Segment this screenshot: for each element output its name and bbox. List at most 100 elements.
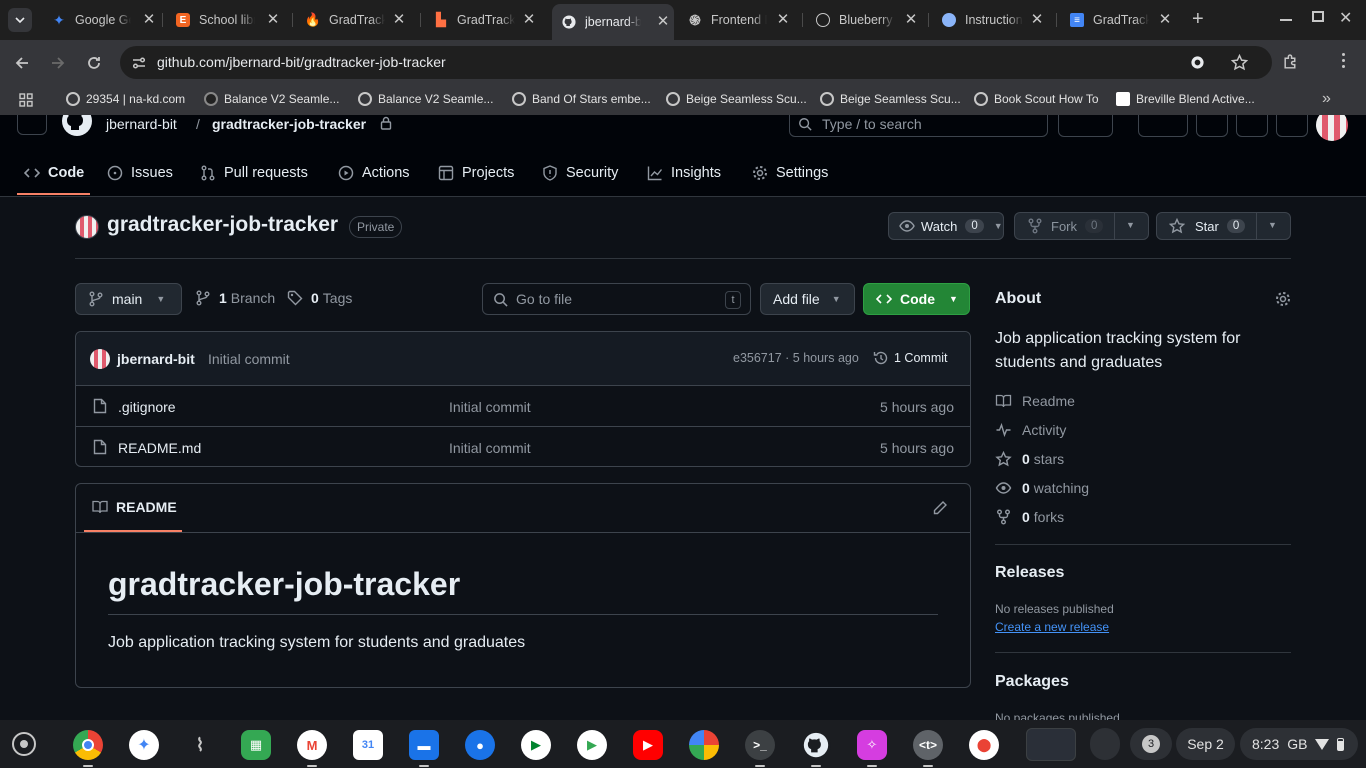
stars-link[interactable]: 0 stars [995,451,1064,467]
messages-app-icon[interactable]: ● [465,730,495,760]
file-name[interactable]: README.md [118,440,201,456]
gmail-app-icon[interactable]: M [297,730,327,760]
date-tray[interactable]: Sep 2 [1176,728,1235,760]
address-bar[interactable]: github.com/jbernard-bit/gradtracker-job-… [120,46,1272,79]
restore-icon[interactable] [1312,11,1324,22]
tab-actions[interactable]: Actions [338,163,410,183]
bookmark-item[interactable]: Balance V2 Seamle... [358,92,493,106]
bookmark-item[interactable]: Beige Seamless Scu... [666,92,807,106]
browser-tab[interactable]: Instructions ✕ [942,6,1048,34]
browser-tab[interactable]: ESchool library✕ [176,6,284,34]
pencil-icon[interactable] [932,500,948,516]
extensions-icon[interactable] [1282,54,1299,71]
sheets-app-icon[interactable]: ▦ [241,730,271,760]
close-icon[interactable]: ✕ [1028,11,1046,29]
apps-grid-icon[interactable] [19,93,33,107]
avatar[interactable] [90,349,110,369]
browser-tab[interactable]: ֍Frontend Development✕ [688,6,794,34]
close-icon[interactable]: ✕ [1156,11,1174,29]
files-app-icon[interactable]: ▬ [409,730,439,760]
watching-link[interactable]: 0 watching [995,480,1089,496]
browser-tab[interactable]: Blueberry Design✕ [816,6,922,34]
bookmark-item[interactable]: Book Scout How To [974,92,1099,106]
tag-count-link[interactable]: 0 Tags [287,290,352,306]
readme-tab[interactable]: README [92,499,177,515]
commit-author[interactable]: jbernard-bit [117,351,195,367]
breadcrumb-owner[interactable]: jbernard-bit [106,116,177,132]
activity-link[interactable]: Activity [995,422,1066,438]
meet-app-icon[interactable]: ▶ [521,730,551,760]
search-input[interactable]: Type / to search [789,115,1048,137]
add-file-button[interactable]: Add file ▼ [760,283,855,315]
tab-security[interactable]: Security [542,163,618,183]
cast-app-icon[interactable]: ⌇ [185,730,215,760]
tab-code[interactable]: Code [24,163,84,183]
notes-app-icon[interactable]: ✧ [857,730,887,760]
table-row[interactable]: README.md Initial commit 5 hours ago [76,426,970,467]
readme-link[interactable]: Readme [995,393,1075,409]
close-icon[interactable]: ✕ [654,13,672,31]
browser-tab-active[interactable]: jbernard-bit/gradtracker-job-tracker✕ [552,4,674,40]
play-store-app-icon[interactable]: ▶ [577,730,607,760]
browser-tab[interactable]: ✦Google Gemini✕ [52,6,160,34]
star-button[interactable]: Star 0 ▼ [1156,212,1291,240]
fork-button[interactable]: Fork 0 ▼ [1014,212,1149,240]
browser-tab[interactable]: ≡GradTracker✕ [1070,6,1176,34]
tab-projects[interactable]: Projects [438,163,514,183]
file-name[interactable]: .gitignore [118,399,176,415]
watch-button[interactable]: Watch 0 ▼ [888,212,1004,240]
branch-count-link[interactable]: 1 Branch [195,290,275,306]
repo-title[interactable]: gradtracker-job-tracker [107,213,338,237]
text-app-icon[interactable]: <t> [913,730,943,760]
minimize-icon[interactable] [1280,19,1292,21]
close-icon[interactable]: ✕ [774,11,792,29]
desk-preview-thumbnail[interactable] [1026,728,1076,761]
table-row[interactable]: .gitignore Initial commit 5 hours ago [76,385,970,426]
photos-app-icon[interactable] [689,730,719,760]
avatar[interactable] [1316,115,1348,141]
caret-down-icon[interactable]: ▼ [1126,220,1135,230]
bookmark-item[interactable]: Beige Seamless Scu... [820,92,961,106]
close-window-icon[interactable]: ✕ [1339,8,1352,28]
caret-down-icon[interactable]: ▼ [1268,220,1277,230]
file-commit-message[interactable]: Initial commit [449,399,531,415]
bookmark-item[interactable]: 29354 | na-kd.com [66,92,185,106]
chrome-app-icon[interactable] [73,730,103,760]
forks-link[interactable]: 0 forks [995,509,1064,525]
hamburger-menu-button[interactable] [17,115,47,135]
close-icon[interactable]: ✕ [140,11,158,29]
tab-insights[interactable]: Insights [647,163,721,183]
more-bookmarks-icon[interactable]: » [1322,90,1331,108]
branch-selector[interactable]: main ▼ [75,283,182,315]
file-commit-message[interactable]: Initial commit [449,440,531,456]
forward-arrow-icon[interactable] [50,55,66,71]
github-logo-icon[interactable] [61,115,93,137]
tab-settings[interactable]: Settings [752,163,828,183]
reload-icon[interactable] [86,55,102,71]
close-icon[interactable]: ✕ [902,11,920,29]
tab-search-button[interactable] [8,8,32,32]
bookmark-star-icon[interactable] [1231,54,1248,71]
commit-message[interactable]: Initial commit [208,351,290,367]
github-app-icon[interactable] [801,730,831,760]
close-icon[interactable]: ✕ [520,11,538,29]
create-release-link[interactable]: Create a new release [995,620,1109,634]
bookmark-item[interactable]: Band Of Stars embe... [512,92,651,106]
bookmark-item[interactable]: Breville Blend Active... [1116,92,1255,106]
create-new-button[interactable] [1138,115,1188,137]
inbox-button[interactable] [1276,115,1308,137]
github-extension-icon[interactable] [1191,56,1204,69]
new-tab-button[interactable]: + [1192,8,1204,31]
site-settings-icon[interactable] [131,55,147,71]
code-button[interactable]: Code ▼ [863,283,970,315]
pull-requests-shortcut-button[interactable] [1236,115,1268,137]
launcher-button[interactable] [12,732,36,756]
close-icon[interactable]: ✕ [264,11,282,29]
gemini-app-icon[interactable]: ✦ [129,730,159,760]
issues-shortcut-button[interactable] [1196,115,1228,137]
tab-pull-requests[interactable]: Pull requests [200,163,308,183]
breadcrumb-repo[interactable]: gradtracker-job-tracker [212,116,366,132]
tab-issues[interactable]: Issues [107,163,173,183]
copilot-button[interactable] [1058,115,1113,137]
media-controls-button[interactable] [1090,728,1120,760]
